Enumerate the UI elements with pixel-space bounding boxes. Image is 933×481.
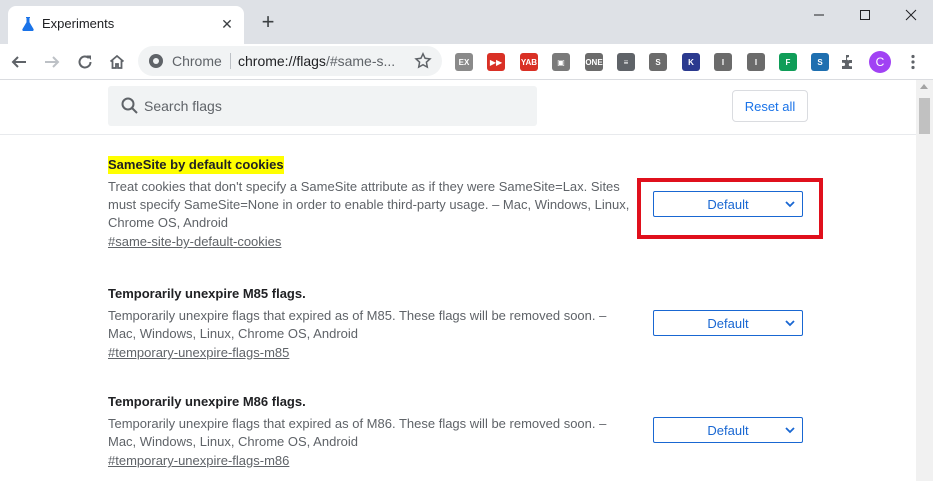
- annotation-highlight-box: [637, 178, 823, 239]
- one-extension-icon[interactable]: ONE: [585, 53, 603, 71]
- profile-initial: C: [869, 51, 891, 73]
- screen-extension-icon[interactable]: ▣: [552, 53, 570, 71]
- omnibox-site-label: Chrome: [172, 53, 222, 69]
- omnibox-separator: [230, 53, 231, 69]
- scroll-up-arrow-icon[interactable]: [920, 84, 928, 89]
- home-icon[interactable]: [103, 48, 131, 76]
- yab-extension-icon[interactable]: YAB: [520, 53, 538, 71]
- list-extension-icon[interactable]: ≡: [617, 53, 635, 71]
- search-input[interactable]: [144, 96, 524, 116]
- reset-all-button[interactable]: Reset all: [732, 90, 808, 122]
- flag-select-unexpire-m86[interactable]: Default: [653, 417, 803, 443]
- flag-description: Temporarily unexpire flags that expired …: [108, 416, 607, 449]
- chevron-down-icon: [785, 320, 795, 327]
- search-icon: [121, 97, 138, 114]
- vertical-scrollbar[interactable]: [916, 80, 933, 481]
- forward-icon[interactable]: [38, 48, 66, 76]
- omnibox-url-rest: /#same-s...: [325, 53, 396, 69]
- flag-select-value: Default: [707, 422, 749, 438]
- flag-title: SameSite by default cookies: [108, 156, 284, 174]
- record-extension-icon[interactable]: ▶▶: [487, 53, 505, 71]
- flag-select-value: Default: [707, 315, 749, 331]
- new-tab-icon[interactable]: +: [256, 11, 280, 35]
- chrome-icon: [149, 54, 163, 68]
- flag-description: Temporarily unexpire flags that expired …: [108, 308, 607, 341]
- profile-avatar[interactable]: C: [866, 48, 894, 76]
- tab-close-icon[interactable]: ✕: [218, 15, 236, 33]
- window-close-icon[interactable]: [888, 0, 933, 30]
- puzzle-extensions-icon[interactable]: [834, 48, 862, 76]
- flag-anchor-link[interactable]: #temporary-unexpire-flags-m86: [108, 452, 808, 470]
- scrollbar-thumb[interactable]: [919, 98, 930, 134]
- maximize-icon[interactable]: [842, 0, 888, 30]
- flags-header: Reset all: [0, 80, 916, 135]
- i-extension-icon[interactable]: I: [714, 53, 732, 71]
- search-box[interactable]: [108, 86, 537, 126]
- f-extension-icon[interactable]: F: [779, 53, 797, 71]
- ex-extension-icon[interactable]: EX: [455, 53, 473, 71]
- menu-more-icon[interactable]: [899, 48, 927, 76]
- flag-anchor-link[interactable]: #temporary-unexpire-flags-m85: [108, 344, 808, 362]
- chevron-down-icon: [785, 427, 795, 434]
- reload-icon[interactable]: [71, 48, 99, 76]
- tab-title: Experiments: [42, 16, 115, 31]
- flag-title: Temporarily unexpire M85 flags.: [108, 286, 306, 301]
- flag-description: Treat cookies that don't specify a SameS…: [108, 179, 630, 230]
- tab-experiments[interactable]: Experiments ✕: [8, 6, 244, 44]
- flask-icon: [22, 17, 34, 31]
- k-extension-icon[interactable]: K: [682, 53, 700, 71]
- tab-strip: Experiments ✕ +: [0, 0, 933, 44]
- i2-extension-icon[interactable]: I: [747, 53, 765, 71]
- s-extension-icon[interactable]: S: [649, 53, 667, 71]
- s2-extension-icon[interactable]: S: [811, 53, 829, 71]
- flag-select-unexpire-m85[interactable]: Default: [653, 310, 803, 336]
- back-icon[interactable]: [5, 48, 33, 76]
- flag-title: Temporarily unexpire M86 flags.: [108, 394, 306, 409]
- omnibox-url[interactable]: chrome://flags/#same-s...: [238, 53, 406, 69]
- omnibox[interactable]: Chrome chrome://flags/#same-s...: [138, 46, 442, 76]
- bookmark-star-icon[interactable]: [414, 52, 432, 70]
- omnibox-url-main: chrome://flags: [238, 53, 326, 69]
- minimize-icon[interactable]: [796, 0, 842, 30]
- flags-page: Reset all SameSite by default cookies Tr…: [0, 80, 933, 481]
